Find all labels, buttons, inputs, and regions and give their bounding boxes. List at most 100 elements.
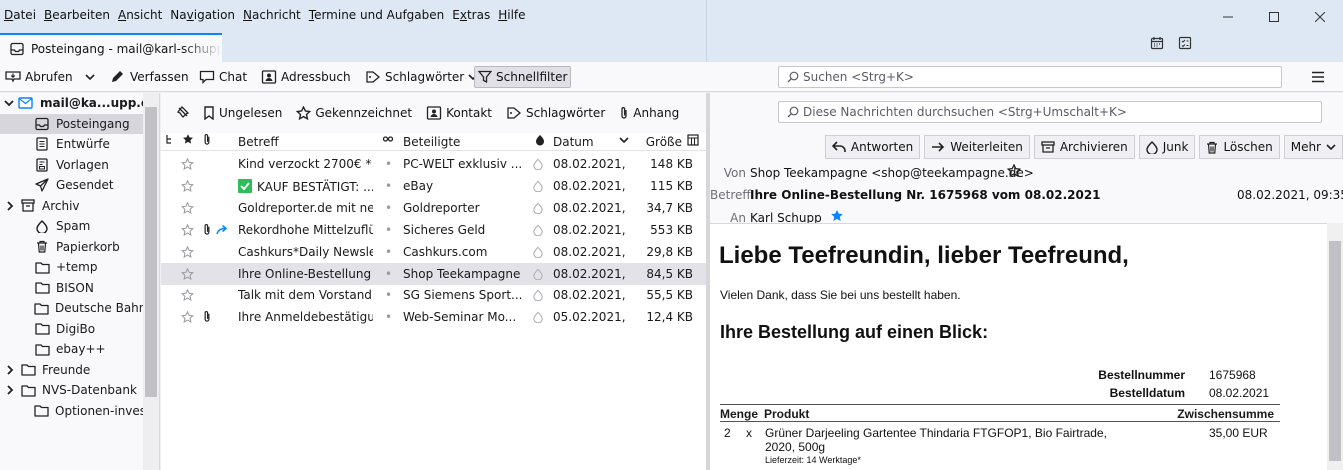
folder-item[interactable]: Entwürfe [0,134,143,154]
forward-button[interactable]: Weiterleiten [924,135,1030,159]
read-status-dot[interactable]: • [385,179,392,193]
read-status-dot[interactable]: • [385,201,392,215]
folder-item[interactable]: BISON [0,278,143,298]
message-row[interactable]: Ihre Anmeldebestätigu... • Web-Seminar Mo.… [161,306,706,328]
message-search-input[interactable]: Diese Nachrichten durchsuchen <Strg+Umsc… [778,101,1322,123]
global-search-input[interactable]: Suchen <Strg+K> [778,66,1282,88]
tags-button[interactable]: Schlagwörter [362,66,481,88]
junk-status-icon[interactable] [533,289,543,302]
from-value[interactable]: Shop Teekampagne <shop@teekampagne.de> [750,166,1034,180]
folder-item[interactable]: Optionen-invest [0,401,143,421]
subject-column-header[interactable]: Betreff [238,135,279,149]
junk-column-icon[interactable] [535,134,545,146]
star-icon[interactable] [181,311,194,324]
junk-status-icon[interactable] [533,180,543,192]
junk-status-icon[interactable] [533,158,543,170]
junk-status-icon[interactable] [533,246,543,258]
menu-item[interactable]: Datei [4,8,36,22]
folder-item[interactable]: Spam [0,216,143,236]
filter-starred-button[interactable]: Gekennzeichnet [296,106,412,120]
star-icon[interactable] [181,289,194,302]
sticky-filter-button[interactable] [175,106,189,120]
star-icon[interactable] [181,179,194,192]
message-row[interactable]: Talk mit dem Vorstand ... • SG Siemens Spo… [161,284,706,306]
correspondents-column-header[interactable]: Beteiligte [403,135,460,149]
fetch-dropdown[interactable] [82,66,98,88]
filter-tags-button[interactable]: Schlagwörter [506,106,605,120]
message-row[interactable]: Rekordhohe Mittelzuflü... • Sicheres Geld 0… [161,219,706,241]
app-menu-button[interactable] [1307,66,1329,88]
menu-item[interactable]: Hilfe [498,8,525,22]
junk-button[interactable]: Junk [1138,135,1196,159]
star-icon[interactable] [181,267,194,280]
junk-status-icon[interactable] [533,268,543,280]
menu-item[interactable]: Ansicht [118,8,162,22]
contact-star-icon[interactable] [830,209,844,222]
folder-account[interactable]: mail@ka...upp.c [0,93,143,113]
date-column-header[interactable]: Datum [553,135,594,149]
filter-contact-button[interactable]: Kontakt [426,106,492,120]
folder-item[interactable]: +temp [0,257,143,277]
archive-button[interactable]: Archivieren [1033,135,1135,159]
add-contact-star-icon[interactable] [1007,164,1021,177]
message-row[interactable]: Cashkurs*Daily Newslet... • Cashkurs.com 08… [161,241,706,263]
reply-button[interactable]: Antworten [824,135,921,159]
tab-inbox[interactable]: Posteingang - mail@karl-schupp [0,33,222,62]
menu-item[interactable]: Nachricht [243,8,301,22]
minimize-button[interactable] [1205,0,1251,34]
menu-item[interactable]: Navigation [170,8,235,22]
message-row[interactable]: KAUF BESTÄTIGT: ... • eBay 08.02.2021, ... 1… [161,175,706,197]
chat-button[interactable]: Chat [196,66,250,88]
sort-chevron-icon[interactable] [619,136,629,144]
junk-status-icon[interactable] [533,311,543,324]
tasks-icon[interactable] [1178,36,1192,50]
filter-unread-button[interactable]: Ungelesen [203,106,282,120]
compose-button[interactable]: Verfassen [107,66,192,88]
star-column-icon[interactable] [182,133,194,145]
star-icon[interactable] [181,223,194,236]
attachment-column-icon[interactable] [202,133,212,146]
calendar-icon[interactable] [1150,36,1164,50]
folder-item[interactable]: NVS-Datenbank [0,380,143,400]
folder-item[interactable]: Gesendet [0,175,143,195]
star-icon[interactable] [181,158,194,170]
chevron-right-icon[interactable] [4,385,16,395]
junk-status-icon[interactable] [533,202,543,214]
message-row[interactable]: Goldreporter.de mit ne... • Goldreporter 08… [161,197,706,219]
more-button[interactable]: Mehr [1283,135,1343,159]
folder-item[interactable]: Papierkorb [0,237,143,257]
message-row[interactable]: Kind verzockt 2700€ * T... • PC-WELT exklu… [161,153,706,175]
folder-scrollbar-thumb[interactable] [145,107,157,397]
correspondents-column-icon[interactable] [382,133,394,145]
quickfilter-button[interactable]: Schnellfilter [474,66,572,88]
junk-status-icon[interactable] [533,224,543,236]
delete-button[interactable]: Löschen [1199,135,1280,159]
folder-item[interactable]: Posteingang [0,113,143,134]
read-status-dot[interactable]: • [385,267,392,281]
folder-item[interactable]: ebay++ [0,339,143,359]
folder-item[interactable]: Archiv [0,196,143,216]
column-picker-icon[interactable] [687,134,699,146]
star-icon[interactable] [181,201,194,214]
read-status-dot[interactable]: • [385,288,392,302]
maximize-button[interactable] [1251,0,1297,34]
message-scrollbar-thumb[interactable] [1329,241,1341,461]
folder-item[interactable]: Deutsche Bahn [0,298,143,318]
chevron-right-icon[interactable] [4,364,16,375]
chevron-right-icon[interactable] [4,200,16,211]
star-icon[interactable] [181,245,194,258]
size-column-header[interactable]: Größe [635,135,682,149]
filter-attachment-button[interactable]: Anhang [619,106,679,120]
addressbook-button[interactable]: Adressbuch [258,66,354,88]
close-button[interactable] [1297,0,1343,34]
fetch-button[interactable]: Abrufen [2,66,76,88]
read-status-dot[interactable]: • [385,310,392,324]
folder-item[interactable]: Vorlagen [0,155,143,175]
folder-item[interactable]: DigiBo [0,319,143,339]
thread-column-icon[interactable] [165,134,175,146]
menu-item[interactable]: Bearbeiten [44,8,110,22]
folder-item[interactable]: Freunde [0,360,143,380]
message-row[interactable]: Ihre Online-Bestellung ... • Shop Teekampa… [161,262,706,285]
read-status-dot[interactable]: • [385,245,392,259]
read-status-dot[interactable]: • [385,157,392,171]
